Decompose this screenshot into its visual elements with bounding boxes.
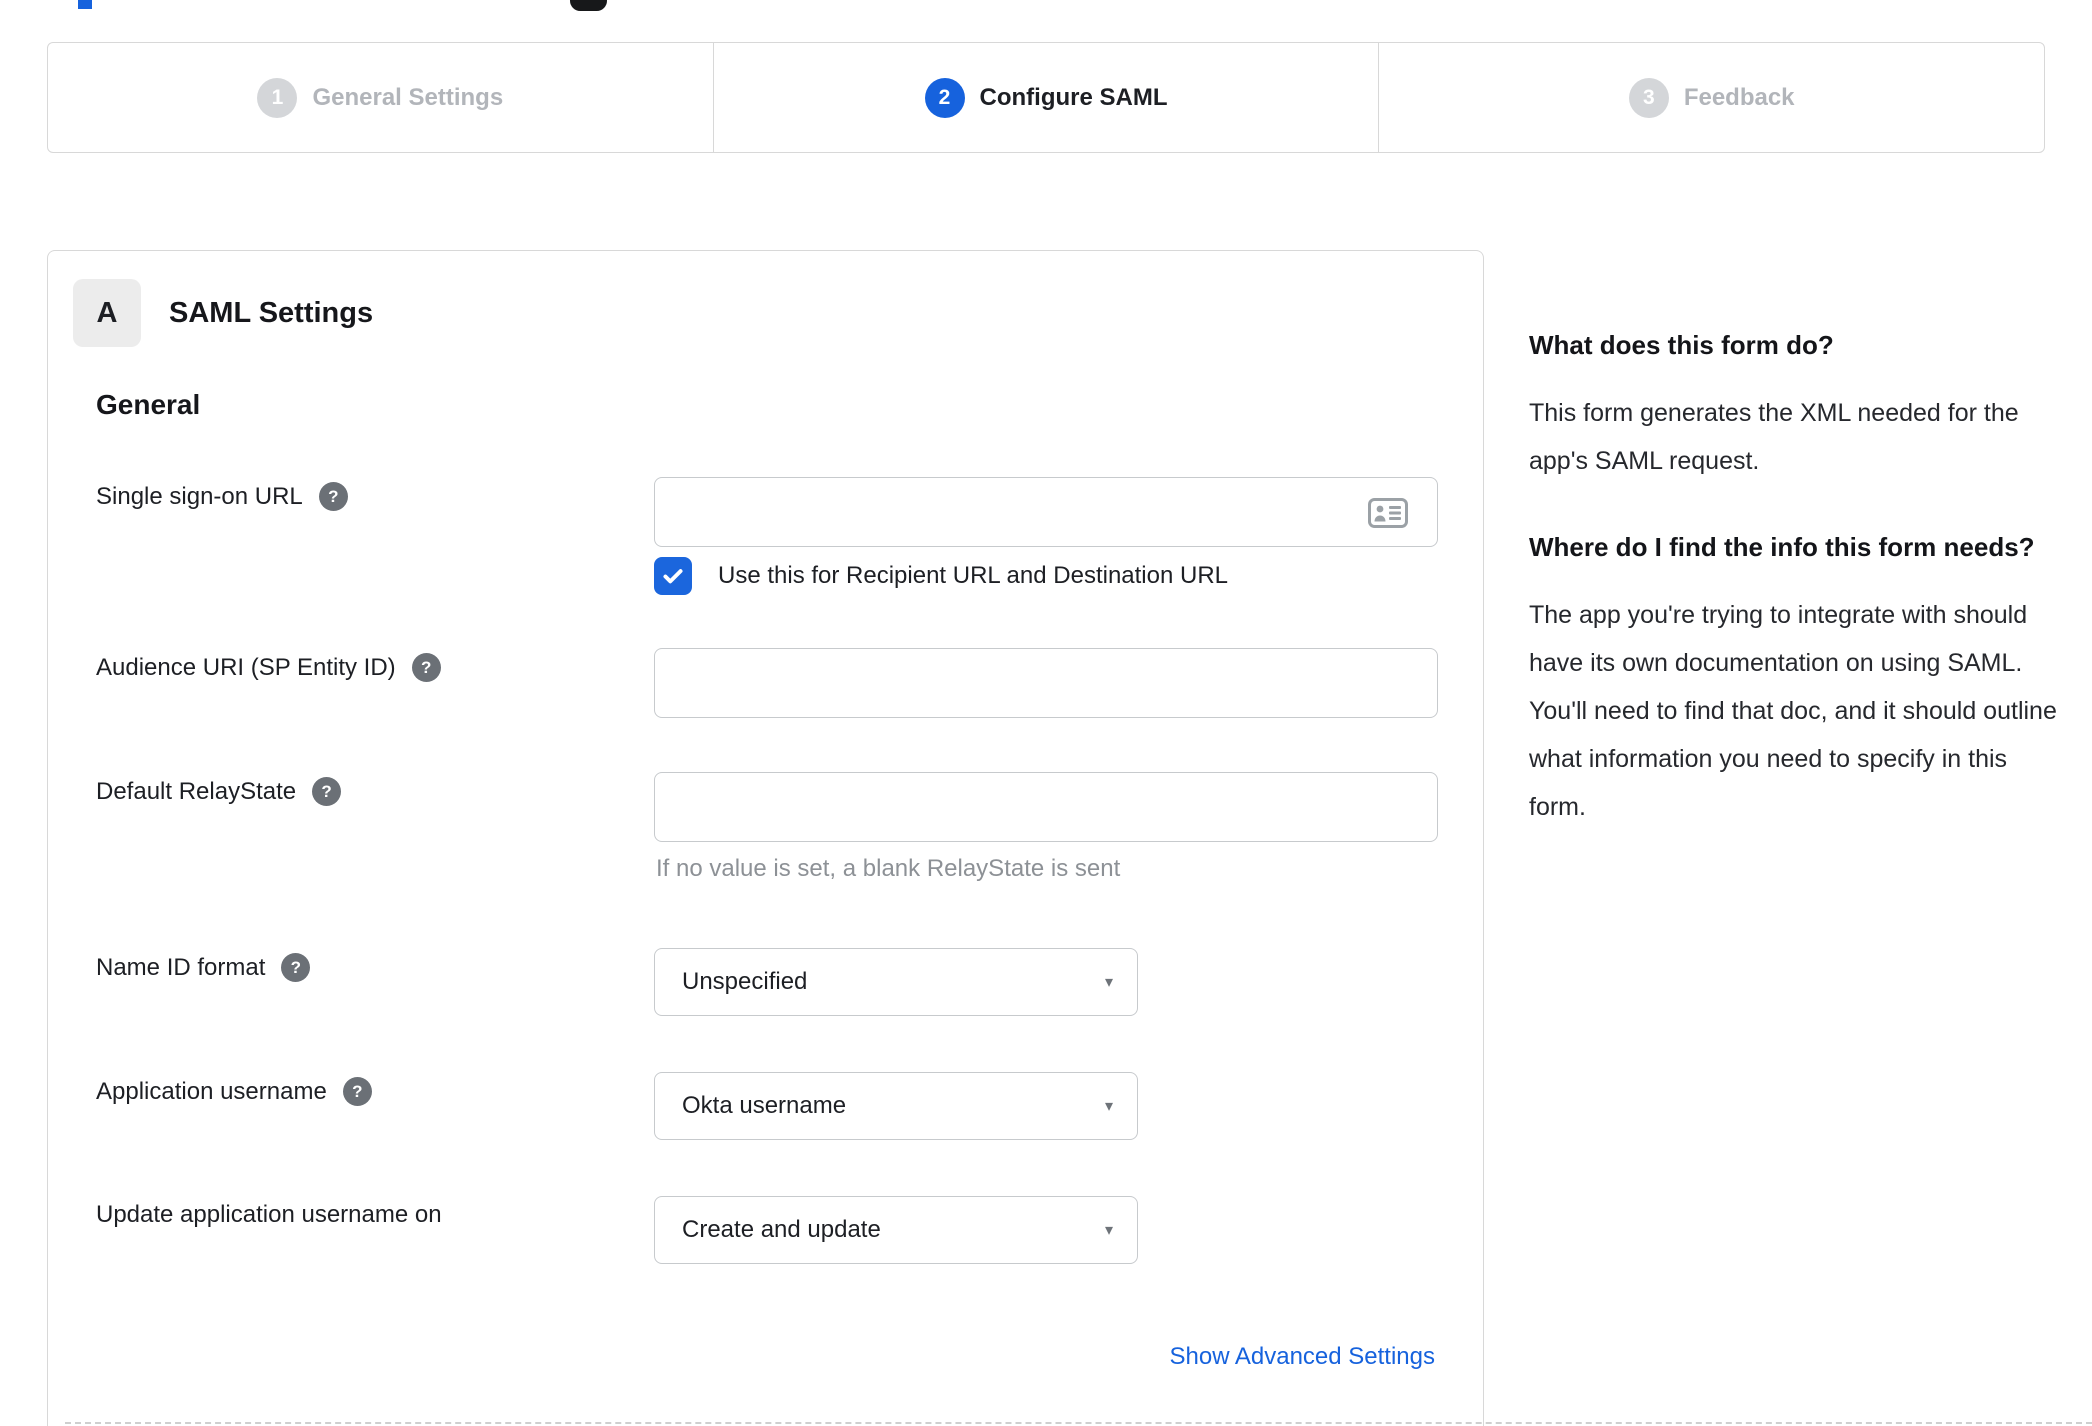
audience-uri-input[interactable] [654, 648, 1438, 718]
saml-settings-card: A SAML Settings General Single sign-on U… [47, 250, 1484, 1426]
sso-url-label: Single sign-on URL [96, 482, 303, 510]
chevron-down-icon: ▾ [1104, 974, 1113, 991]
help-question-2: Where do I find the info this form needs… [1529, 532, 2035, 562]
app-username-help-icon[interactable]: ? [342, 1077, 372, 1106]
name-id-format-select[interactable]: Unspecified ▾ [654, 948, 1138, 1016]
chevron-down-icon: ▾ [1104, 1222, 1113, 1239]
bottom-dashed-divider [65, 1422, 2092, 1424]
update-username-label-row: Update application username on [96, 1201, 442, 1229]
app-username-value: Okta username [682, 1092, 847, 1119]
update-username-select[interactable]: Create and update ▾ [654, 1196, 1138, 1264]
audience-uri-help-icon[interactable]: ? [411, 653, 441, 682]
sso-url-help-icon[interactable]: ? [318, 482, 348, 511]
app-username-select[interactable]: Okta username ▾ [654, 1072, 1138, 1140]
name-id-format-label: Name ID format [96, 953, 266, 981]
help-answer-2: The app you're trying to integrate with … [1529, 601, 2057, 821]
step-1-label: General Settings [312, 83, 504, 111]
cutoff-logo-fragment [570, 0, 607, 11]
name-id-format-label-row: Name ID format ? [96, 953, 311, 982]
relay-state-label-row: Default RelayState ? [96, 777, 342, 806]
app-username-label-row: Application username ? [96, 1077, 372, 1106]
step-configure-saml[interactable]: 2 Configure SAML [712, 43, 1379, 152]
app-username-label: Application username [96, 1077, 327, 1105]
audience-uri-label-row: Audience URI (SP Entity ID) ? [96, 653, 441, 682]
section-a-badge: A [73, 279, 141, 347]
help-question-1: What does this form do? [1529, 330, 1834, 360]
sso-url-label-row: Single sign-on URL ? [96, 482, 348, 511]
help-answer-1: This form generates the XML needed for t… [1529, 399, 2019, 475]
cutoff-blue-fragment [78, 0, 92, 9]
relay-state-hint: If no value is set, a blank RelayState i… [656, 855, 1121, 882]
update-username-value: Create and update [682, 1216, 881, 1243]
wizard-stepper: 1 General Settings 2 Configure SAML 3 Fe… [47, 42, 2045, 153]
recipient-destination-checkbox[interactable] [654, 557, 692, 595]
general-group-title: General [96, 389, 201, 420]
recipient-destination-row: Use this for Recipient URL and Destinati… [654, 557, 1228, 595]
step-1-number-badge: 1 [257, 77, 298, 118]
step-2-label: Configure SAML [979, 83, 1168, 111]
recipient-destination-label: Use this for Recipient URL and Destinati… [718, 562, 1229, 589]
step-3-label: Feedback [1683, 83, 1795, 111]
step-feedback[interactable]: 3 Feedback [1378, 43, 2044, 152]
section-title: SAML Settings [169, 296, 374, 329]
audience-uri-label: Audience URI (SP Entity ID) [96, 653, 396, 681]
chevron-down-icon: ▾ [1104, 1098, 1113, 1115]
step-general-settings[interactable]: 1 General Settings [48, 43, 713, 152]
contact-card-icon[interactable] [1368, 498, 1408, 533]
step-3-number-badge: 3 [1628, 77, 1669, 118]
name-id-format-help-icon[interactable]: ? [281, 953, 311, 982]
relay-state-input[interactable] [654, 772, 1438, 842]
step-2-number-badge: 2 [924, 77, 965, 118]
update-username-label: Update application username on [96, 1201, 442, 1228]
sso-url-input[interactable] [654, 477, 1438, 547]
relay-state-label: Default RelayState [96, 777, 297, 805]
name-id-format-value: Unspecified [682, 968, 808, 995]
relay-state-help-icon[interactable]: ? [312, 777, 342, 806]
help-sidebar: What does this form do? This form genera… [1529, 325, 2069, 873]
show-advanced-settings-link[interactable]: Show Advanced Settings [1169, 1343, 1435, 1371]
section-header: A SAML Settings [73, 279, 373, 347]
